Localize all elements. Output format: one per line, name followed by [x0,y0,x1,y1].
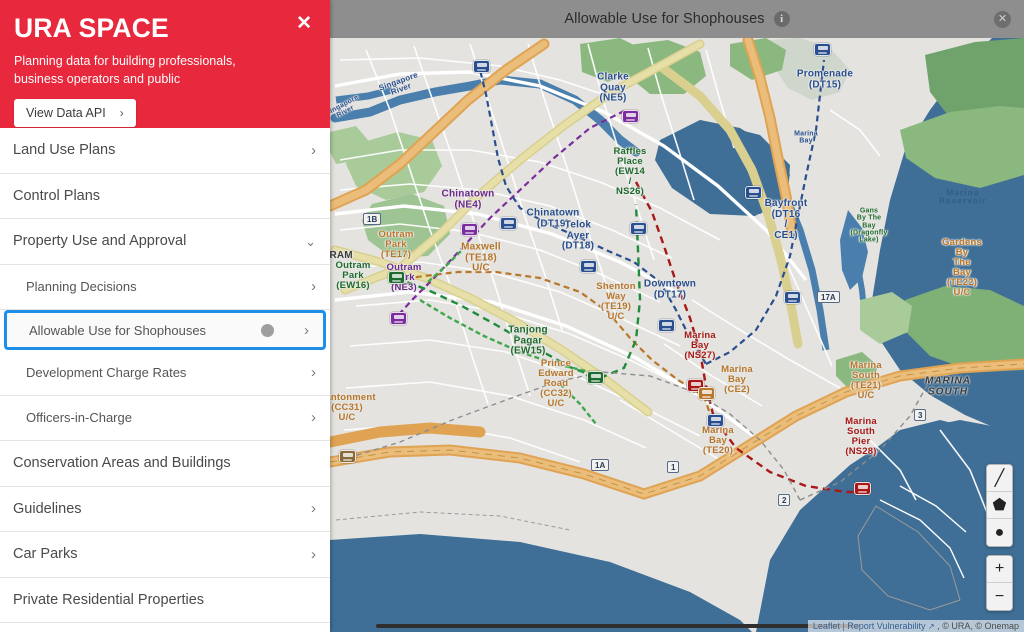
report-vulnerability-link[interactable]: Report Vulnerability [847,621,925,631]
chevron-right-icon: › [311,500,316,518]
sidebar-item-car-parks[interactable]: Car Parks › [0,532,330,578]
attribution-copyright: , © URA, © Onemap [937,621,1019,631]
chevron-down-icon: ⌄ [305,233,316,249]
ura-space-app: Singapore River Singapore River Clarke Qua… [0,0,1024,632]
chevron-right-icon: › [311,363,316,381]
map-attribution: Leaflet | Report Vulnerability ↗ , © URA… [807,620,1024,632]
chevron-right-icon: › [311,545,316,563]
sidebar-item-label: Control Plans [13,187,101,204]
map-draw-tools[interactable]: ╱ ⬟ ● [986,464,1013,547]
sidebar-item-label: Planning Decisions [26,279,137,295]
sidebar-item-label: Private Residential Properties [13,591,205,608]
chevron-right-icon: › [311,278,316,296]
draw-line-icon[interactable]: ╱ [987,465,1012,492]
attribution-separator: | [842,621,845,631]
sidebar-panel: URA SPACE Planning data for building pro… [0,0,330,632]
brand-header: URA SPACE Planning data for building pro… [0,0,330,128]
highway-shield: 1A [591,459,610,471]
sidebar-item-land-use-plans[interactable]: Land Use Plans › [0,128,330,174]
draw-circle-icon[interactable]: ● [987,519,1012,546]
sidebar-item-development-charge-rates[interactable]: Development Charge Rates › [0,350,330,396]
chevron-right-icon: › [311,141,316,159]
zoom-out-button[interactable]: − [987,583,1012,610]
chevron-right-icon: › [119,106,124,121]
draw-polygon-icon[interactable]: ⬟ [987,492,1012,519]
layer-header-bar: Allowable Use for Shophouses i ✕ [330,0,1024,38]
app-title: URA SPACE [14,13,169,43]
sidebar-item-label: Development Charge Rates [26,364,187,380]
sidebar-item-label: Conservation Areas and Buildings [13,455,231,472]
layer-active-indicator [261,323,274,337]
sidebar-item-label: Land Use Plans [13,142,116,159]
sidebar-item-control-plans[interactable]: Control Plans› [0,173,330,219]
sidebar-item-officers-in-charge[interactable]: Officers-in-Charge › [0,395,330,441]
sidebar-item-guidelines[interactable]: Guidelines › [0,486,330,532]
map-zoom-controls[interactable]: + − [986,555,1013,611]
sidebar-item-label: Car Parks [13,546,78,563]
external-link-icon: ↗ [927,622,935,631]
highway-shield: 1B [363,213,382,225]
sidebar-item-property-use-and-approval[interactable]: Property Use and Approval ⌄ [0,219,330,265]
sidebar-item-label: Officers-in-Charge [26,410,132,426]
view-data-api-label: View Data API [26,106,106,121]
view-data-api-button[interactable]: View Data API › [14,99,136,128]
highway-shield: 3 [914,409,927,421]
sidebar-item-private-residential-properties[interactable]: Private Residential Properties› [0,577,330,623]
close-sidebar-icon[interactable]: ✕ [296,14,312,33]
sidebar-menu: Land Use Plans›Control Plans›Property Us… [0,128,330,623]
close-layer-icon[interactable]: ✕ [994,11,1011,28]
app-subtitle: Planning data for building professionals… [14,54,236,87]
highway-shield: 1 [667,461,680,473]
info-icon[interactable]: i [773,11,790,27]
chevron-right-icon: › [311,409,316,427]
zoom-in-button[interactable]: + [987,556,1012,583]
horizontal-scrollbar[interactable] [376,624,860,628]
sidebar-item-allowable-use-for-shophouses[interactable]: Allowable Use for Shophouses › [4,310,326,350]
chevron-right-icon: › [304,321,309,339]
sidebar-item-planning-decisions[interactable]: Planning Decisions › [0,264,330,310]
highway-shield: 17A [817,291,840,303]
leaflet-link[interactable]: Leaflet [813,621,840,631]
highway-shield: 2 [778,494,791,506]
sidebar-item-label: Property Use and Approval [13,233,187,250]
layer-title: Allowable Use for Shophouses [564,11,765,27]
sidebar-item-conservation-areas-and-buildings[interactable]: Conservation Areas and Buildings› [0,441,330,487]
sidebar-item-label: Guidelines [13,500,82,517]
sidebar-item-label: Allowable Use for Shophouses [29,322,207,338]
